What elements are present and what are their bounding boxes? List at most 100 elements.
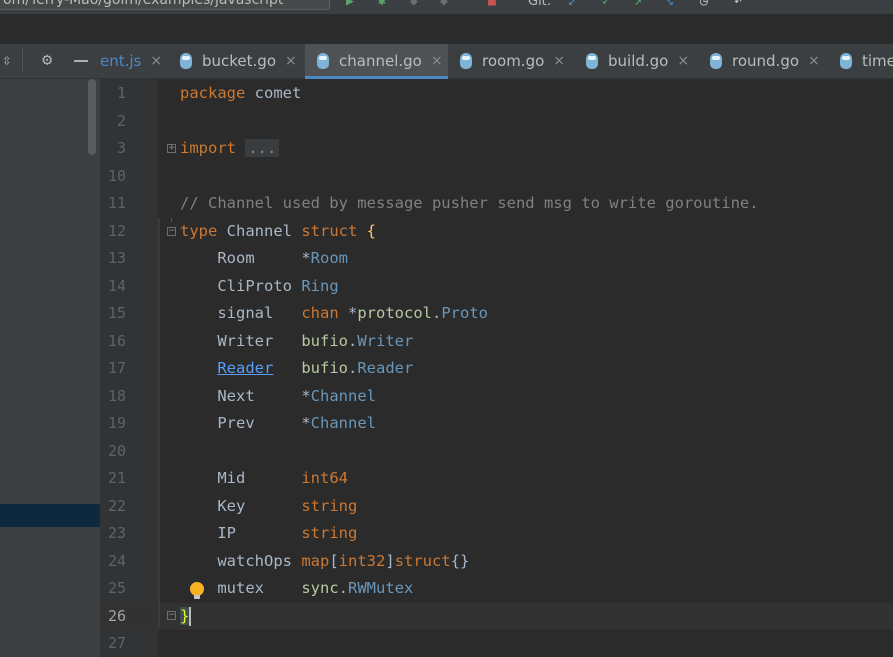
code-line: Reader bufio.Reader	[180, 355, 413, 382]
fold-icon[interactable]: −	[167, 611, 176, 620]
tab-channel-go[interactable]: channel.go ×	[305, 44, 448, 79]
run-config-path[interactable]: om/Terry-Mao/goim/examples/javascript	[0, 0, 330, 10]
code-line: Key string	[180, 493, 357, 520]
git-fetch-icon[interactable]: ↘	[666, 0, 674, 10]
bracket: ]	[385, 552, 395, 570]
identifier: comet	[245, 84, 302, 102]
coverage-icon[interactable]: ◆	[410, 0, 418, 10]
code-line: IP string	[180, 520, 357, 547]
line-number: 13	[107, 249, 126, 267]
stop-icon[interactable]: ■	[488, 0, 496, 10]
line-number: 21	[107, 469, 126, 487]
keyword: map	[301, 552, 330, 570]
field: Key	[180, 497, 302, 515]
type: Channel	[310, 414, 376, 432]
go-file-icon	[317, 53, 329, 69]
field: Prev	[180, 414, 302, 432]
tab-round-go[interactable]: round.go ×	[698, 44, 828, 78]
git-push-icon[interactable]: ↗	[634, 0, 642, 10]
padding	[273, 359, 301, 377]
close-icon[interactable]: ×	[677, 53, 689, 69]
tab-label: round.go	[732, 52, 800, 70]
go-file-icon	[710, 53, 722, 69]
current-line-highlight	[100, 603, 893, 630]
profile-icon[interactable]: ◆	[440, 0, 448, 10]
field: CliProto	[180, 277, 302, 295]
tab-room-go[interactable]: room.go ×	[448, 44, 574, 78]
git-update-icon[interactable]: ↙	[568, 0, 576, 10]
line-number: 17	[107, 359, 126, 377]
type: Proto	[441, 304, 488, 322]
code-line: import ...	[180, 135, 280, 162]
project-scrollbar[interactable]	[88, 79, 96, 155]
git-label: Git:	[528, 0, 552, 9]
field: Mid	[180, 469, 302, 487]
code-line: mutex sync.RWMutex	[180, 575, 413, 602]
git-commit-icon[interactable]: ✓	[602, 0, 610, 10]
keyword: chan	[301, 304, 339, 322]
separator	[22, 48, 23, 72]
close-icon[interactable]: ×	[285, 53, 297, 69]
line-number: 24	[107, 552, 126, 570]
code-line: Writer bufio.Writer	[180, 328, 413, 355]
keyword: package	[180, 84, 246, 102]
line-number: 20	[107, 442, 126, 460]
project-tree-selected-row[interactable]	[0, 504, 100, 527]
collapsed-imports[interactable]: ...	[245, 139, 280, 157]
package: bufio	[301, 332, 348, 350]
line-number: 1	[116, 84, 126, 102]
type-keyword: string	[301, 524, 358, 542]
line-number: 27	[107, 634, 126, 652]
line-number: 22	[107, 497, 126, 515]
code-line: Next *Channel	[180, 383, 376, 410]
line-number: 11	[107, 194, 126, 212]
rollback-icon[interactable]: ↶	[734, 0, 742, 10]
code-line: // Channel used by message pusher send m…	[180, 190, 759, 217]
tab-build-go[interactable]: build.go ×	[574, 44, 698, 78]
code-line: type Channel struct {	[180, 218, 376, 245]
history-icon[interactable]: ◷	[700, 0, 708, 10]
filter-icon[interactable]: ⇳	[2, 50, 12, 69]
identifier: Channel	[217, 222, 302, 240]
run-icon[interactable]: ▶	[346, 0, 354, 10]
type: Ring	[301, 277, 339, 295]
close-icon[interactable]: ×	[553, 53, 565, 69]
bracket: [	[329, 552, 339, 570]
close-icon[interactable]: ×	[150, 53, 162, 69]
fold-icon[interactable]: +	[167, 144, 176, 153]
debug-icon[interactable]: ✱	[378, 0, 386, 10]
line-number: 18	[107, 387, 126, 405]
tab-label: room.go	[482, 52, 545, 70]
line-number: 16	[107, 332, 126, 350]
field-link[interactable]: Reader	[217, 359, 273, 377]
line-number-current: 26	[107, 607, 126, 625]
main-toolbar: om/Terry-Mao/goim/examples/javascript ▶ …	[0, 0, 893, 14]
go-file-icon	[180, 53, 192, 69]
field: Next	[180, 387, 302, 405]
type: Reader	[357, 359, 414, 377]
fold-icon[interactable]: −	[167, 227, 176, 236]
operator: *	[301, 414, 311, 432]
tab-bucket-go[interactable]: bucket.go ×	[168, 44, 305, 78]
line-number: 10	[107, 167, 126, 185]
operator: *	[338, 304, 358, 322]
field: signal	[180, 304, 302, 322]
code-line: Mid int64	[180, 465, 348, 492]
text-cursor	[189, 607, 191, 626]
code-line: signal chan *protocol.Proto	[180, 300, 488, 327]
operator: *	[301, 249, 311, 267]
tab-label: time	[862, 52, 893, 70]
tab-event-js[interactable]: ent.js ×	[100, 44, 168, 78]
field: mutex	[180, 579, 302, 597]
tab-time-go[interactable]: time	[828, 44, 893, 78]
code-line: package comet	[180, 80, 301, 107]
type-keyword: int64	[301, 469, 348, 487]
close-icon[interactable]: ×	[808, 53, 820, 69]
minimize-icon[interactable]	[74, 60, 88, 62]
settings-gear-icon[interactable]: ⚙	[42, 50, 52, 70]
tab-label: channel.go	[339, 52, 422, 70]
keyword: type	[180, 222, 218, 240]
operator: *	[301, 387, 311, 405]
close-icon[interactable]: ×	[431, 53, 443, 69]
